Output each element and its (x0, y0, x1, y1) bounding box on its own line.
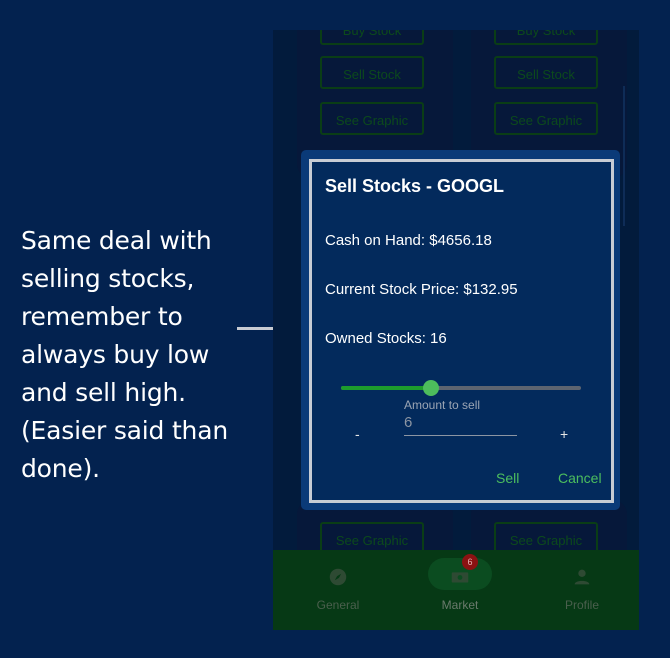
person-icon (574, 569, 590, 585)
see-graphic-button[interactable]: See Graphic (320, 102, 424, 135)
decrement-button[interactable]: - (355, 426, 360, 442)
current-price-text: Current Stock Price: $132.95 (325, 281, 518, 298)
buy-stock-button[interactable]: Buy Stock (320, 30, 424, 45)
see-graphic-button[interactable]: See Graphic (494, 102, 598, 135)
compass-icon (329, 568, 347, 586)
nav-item-market[interactable]: Market (410, 560, 510, 612)
sell-stock-button[interactable]: Sell Stock (320, 56, 424, 89)
nav-item-label: Market (441, 598, 479, 612)
sell-stock-button[interactable]: Sell Stock (494, 56, 598, 89)
cash-icon (451, 572, 469, 583)
owned-stocks-text: Owned Stocks: 16 (325, 330, 447, 347)
slider-thumb[interactable] (423, 380, 439, 396)
dialog-title: Sell Stocks - GOOGL (325, 176, 505, 196)
sell-button[interactable]: Sell (496, 470, 519, 486)
caption-text: Same deal with selling stocks, remember … (21, 226, 228, 483)
cancel-button[interactable]: Cancel (558, 470, 602, 486)
nav-item-label: Profile (564, 598, 599, 612)
increment-button[interactable]: + (560, 426, 568, 442)
amount-field-label: Amount to sell (404, 398, 481, 412)
slider-fill (341, 386, 431, 390)
sell-stocks-dialog: Sell Stocks - GOOGL Cash on Hand: $4656.… (309, 159, 614, 503)
nav-item-profile[interactable]: Profile (532, 560, 632, 612)
buy-stock-button[interactable]: Buy Stock (494, 30, 598, 45)
bottom-navigation: 6 General Market Profile (273, 550, 639, 630)
amount-input[interactable]: 6 (404, 414, 517, 436)
amount-slider[interactable] (341, 380, 581, 396)
nav-item-label: General (316, 598, 360, 612)
cash-on-hand-text: Cash on Hand: $4656.18 (325, 232, 492, 249)
scrollbar[interactable] (623, 86, 625, 226)
nav-item-general[interactable]: General (288, 560, 388, 612)
